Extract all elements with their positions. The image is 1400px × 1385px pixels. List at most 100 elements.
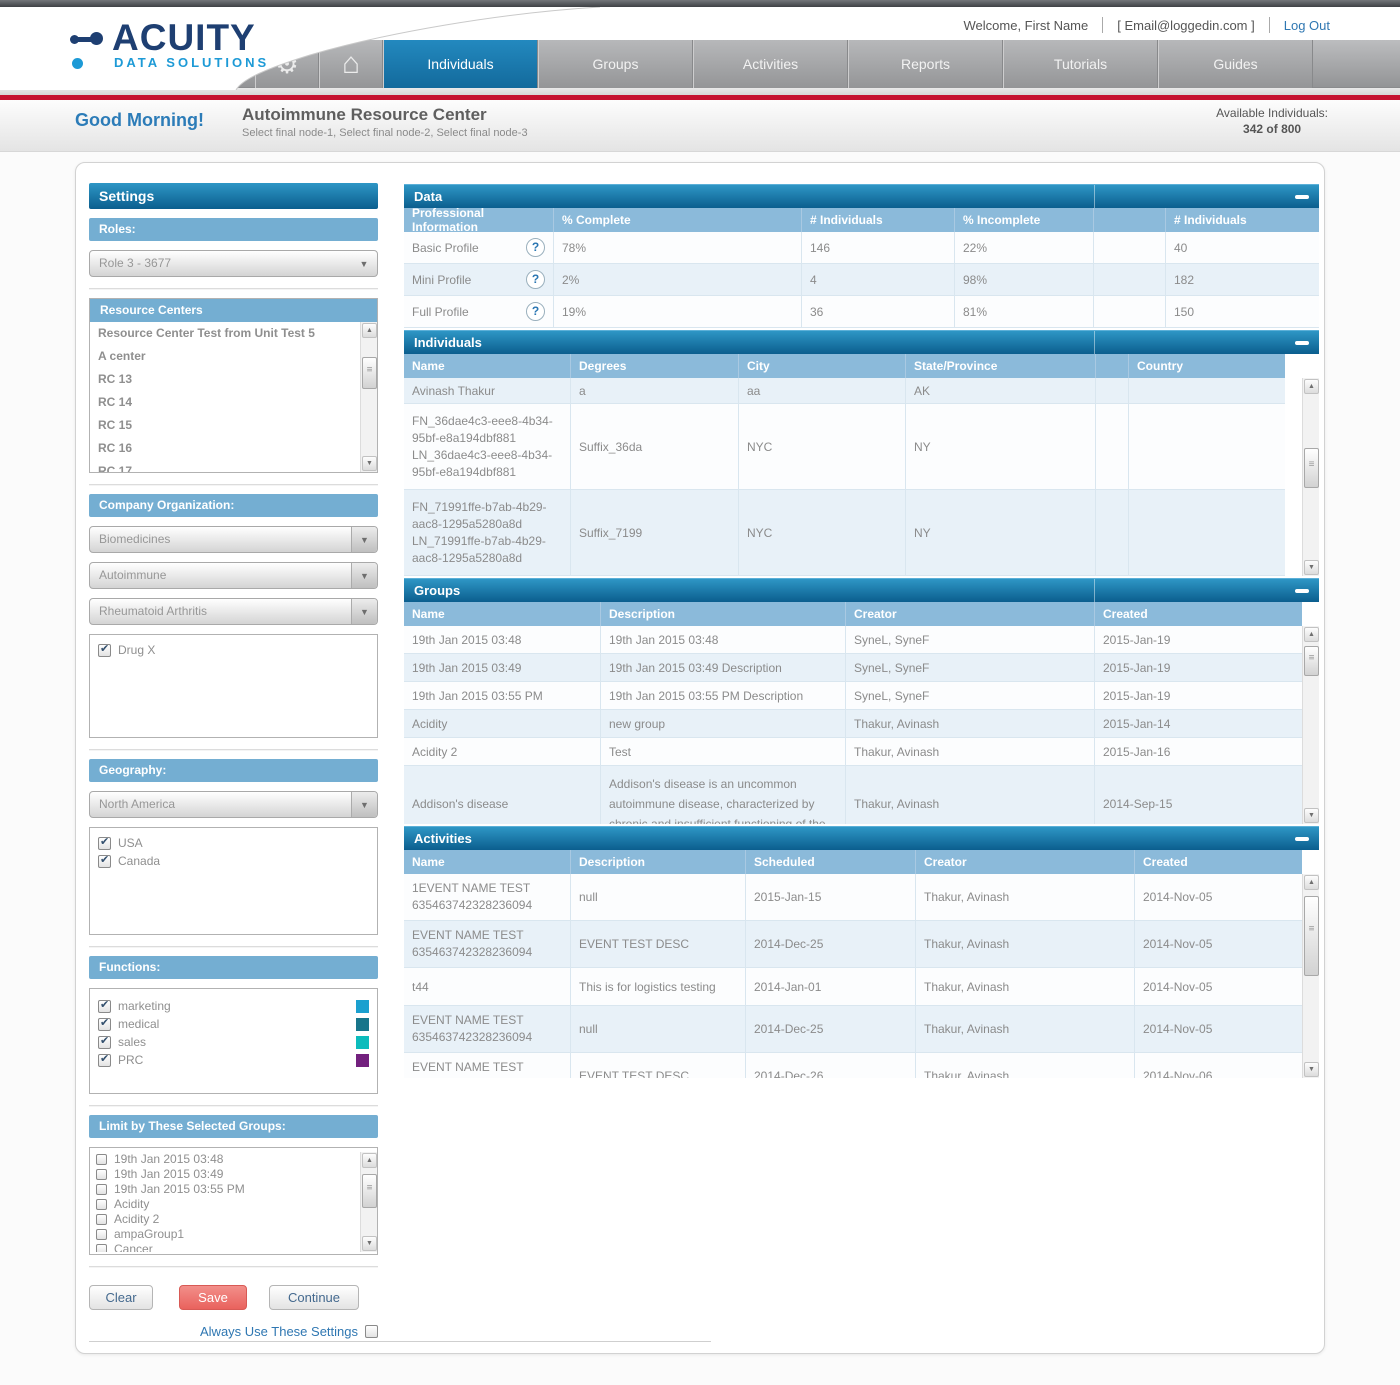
column-header[interactable]: Scheduled xyxy=(746,850,916,874)
checkbox[interactable] xyxy=(96,1184,107,1195)
scrollbar[interactable] xyxy=(360,322,377,472)
group-checkbox-row[interactable]: 19th Jan 2015 03:48 xyxy=(90,1152,359,1167)
column-header[interactable]: Created xyxy=(1095,602,1302,626)
table-cell: SyneL, SyneF xyxy=(846,626,1095,654)
checkbox[interactable] xyxy=(98,1036,111,1049)
nav-tab-reports[interactable]: Reports xyxy=(848,40,1003,88)
list-item[interactable]: Resource Center Test from Unit Test 5 xyxy=(90,322,359,345)
scroll-thumb[interactable] xyxy=(1304,646,1319,676)
column-header[interactable]: # Individuals xyxy=(802,208,955,232)
country-checkbox-row[interactable]: USA xyxy=(90,834,377,852)
settings-header: Settings xyxy=(89,183,378,209)
column-header[interactable]: Name xyxy=(404,602,601,626)
column-header[interactable]: Creator xyxy=(846,602,1095,626)
collapse-minus-icon[interactable] xyxy=(1295,589,1309,593)
scroll-thumb[interactable] xyxy=(362,357,377,389)
group-checkbox-row[interactable]: Cancer xyxy=(90,1242,359,1252)
drug-checkbox-row[interactable]: Drug X xyxy=(90,641,377,659)
column-header[interactable]: Professional Information xyxy=(404,208,554,232)
nav-tab-guides[interactable]: Guides xyxy=(1158,40,1313,88)
list-item[interactable]: RC 17 xyxy=(90,460,359,472)
scroll-down-icon[interactable] xyxy=(1304,1062,1319,1077)
function-checkbox-row[interactable]: medical xyxy=(90,1015,377,1033)
scroll-up-icon[interactable] xyxy=(362,323,377,338)
activities-panel-title: Activities xyxy=(414,831,472,846)
list-item[interactable]: RC 15 xyxy=(90,414,359,437)
scrollbar[interactable] xyxy=(360,1152,377,1252)
checkbox[interactable] xyxy=(98,644,111,657)
scroll-up-icon[interactable] xyxy=(1304,627,1319,642)
column-header[interactable]: % Incomplete xyxy=(955,208,1094,232)
scroll-down-icon[interactable] xyxy=(362,456,377,471)
column-header[interactable]: Description xyxy=(601,602,846,626)
company-dropdown[interactable]: Biomedicines xyxy=(89,526,378,553)
group-checkbox-row[interactable]: ampaGroup1 xyxy=(90,1227,359,1242)
save-button[interactable]: Save xyxy=(179,1285,247,1310)
column-header[interactable]: Name xyxy=(404,354,571,378)
country-checkbox-row[interactable]: Canada xyxy=(90,852,377,870)
checkbox[interactable] xyxy=(98,1054,111,1067)
checkbox[interactable] xyxy=(96,1169,107,1180)
checkbox[interactable] xyxy=(96,1244,107,1252)
scroll-up-icon[interactable] xyxy=(362,1153,377,1168)
column-header[interactable]: Created xyxy=(1135,850,1302,874)
checkbox[interactable] xyxy=(96,1199,107,1210)
scroll-thumb[interactable] xyxy=(1304,896,1319,976)
scroll-down-icon[interactable] xyxy=(362,1236,377,1251)
list-item[interactable]: RC 16 xyxy=(90,437,359,460)
list-item[interactable]: A center xyxy=(90,345,359,368)
checkbox[interactable] xyxy=(98,1000,111,1013)
checkbox[interactable] xyxy=(98,837,111,850)
indication-dropdown[interactable]: Rheumatoid Arthritis xyxy=(89,598,378,625)
column-header xyxy=(1096,354,1129,378)
help-icon[interactable]: ? xyxy=(526,270,545,289)
column-header[interactable]: State/Province xyxy=(906,354,1096,378)
scroll-thumb[interactable] xyxy=(1304,448,1319,488)
column-header[interactable]: Name xyxy=(404,850,571,874)
always-use-settings-checkbox[interactable] xyxy=(365,1325,378,1338)
scroll-up-icon[interactable] xyxy=(1304,875,1319,890)
group-checkbox-row[interactable]: 19th Jan 2015 03:55 PM xyxy=(90,1182,359,1197)
checkbox[interactable] xyxy=(98,1018,111,1031)
logo[interactable]: ACUITY DATA SOLUTIONS xyxy=(70,21,269,70)
continue-button[interactable]: Continue xyxy=(269,1285,359,1310)
group-checkbox-row[interactable]: Acidity 2 xyxy=(90,1212,359,1227)
scroll-thumb[interactable] xyxy=(362,1174,377,1208)
nav-tab-activities[interactable]: Activities xyxy=(693,40,848,88)
function-checkbox-row[interactable]: sales xyxy=(90,1033,377,1051)
function-checkbox-row[interactable]: PRC xyxy=(90,1051,377,1069)
list-item[interactable]: RC 14 xyxy=(90,391,359,414)
checkbox[interactable] xyxy=(96,1229,107,1240)
checkbox[interactable] xyxy=(96,1154,107,1165)
collapse-minus-icon[interactable] xyxy=(1295,341,1309,345)
scroll-down-icon[interactable] xyxy=(1304,560,1319,575)
scroll-up-icon[interactable] xyxy=(1304,379,1319,394)
scrollbar[interactable] xyxy=(1302,378,1319,576)
column-header[interactable]: Country xyxy=(1129,354,1285,378)
column-header[interactable]: Degrees xyxy=(571,354,739,378)
scrollbar[interactable] xyxy=(1302,874,1319,1078)
therapy-area-dropdown[interactable]: Autoimmune xyxy=(89,562,378,589)
group-checkbox-row[interactable]: 19th Jan 2015 03:49 xyxy=(90,1167,359,1182)
column-header[interactable]: % Complete xyxy=(554,208,802,232)
column-header[interactable]: City xyxy=(739,354,906,378)
list-item[interactable]: RC 13 xyxy=(90,368,359,391)
scroll-down-icon[interactable] xyxy=(1304,808,1319,823)
checkbox[interactable] xyxy=(96,1214,107,1225)
scrollbar[interactable] xyxy=(1302,626,1319,824)
help-icon[interactable]: ? xyxy=(526,238,545,257)
column-header[interactable]: Description xyxy=(571,850,746,874)
region-dropdown[interactable]: North America xyxy=(89,791,378,818)
column-header[interactable]: Creator xyxy=(916,850,1135,874)
group-checkbox-row[interactable]: Acidity xyxy=(90,1197,359,1212)
collapse-minus-icon[interactable] xyxy=(1295,195,1309,199)
collapse-minus-icon[interactable] xyxy=(1295,837,1309,841)
logout-link[interactable]: Log Out xyxy=(1284,18,1330,33)
column-header[interactable]: # Individuals xyxy=(1166,208,1319,232)
clear-button[interactable]: Clear xyxy=(89,1285,153,1310)
nav-tab-tutorials[interactable]: Tutorials xyxy=(1003,40,1158,88)
checkbox[interactable] xyxy=(98,855,111,868)
function-checkbox-row[interactable]: marketing xyxy=(90,997,377,1015)
role-dropdown[interactable]: Role 3 - 3677 xyxy=(89,250,378,277)
help-icon[interactable]: ? xyxy=(526,302,545,321)
